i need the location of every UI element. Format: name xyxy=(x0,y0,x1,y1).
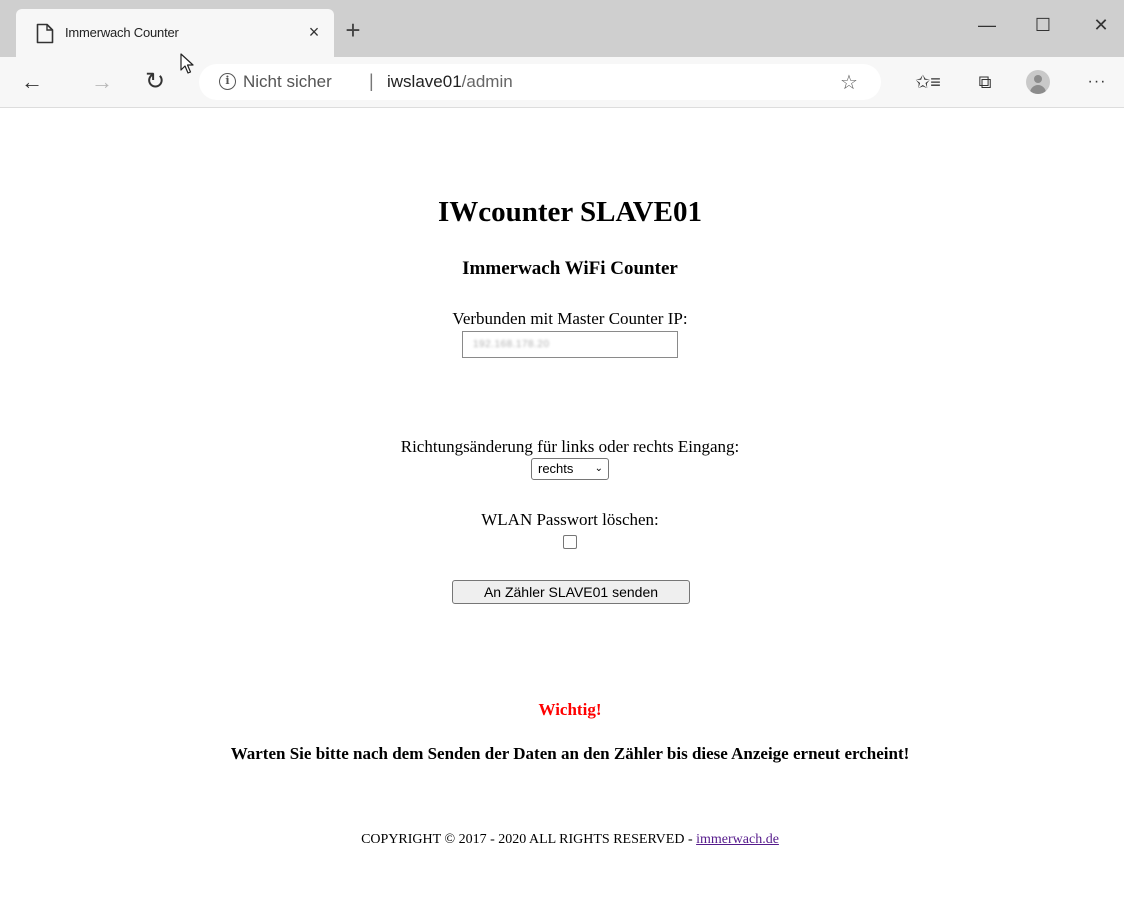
master-ip-label: Verbunden mit Master Counter IP: xyxy=(452,309,688,328)
direction-label: Richtungsänderung für links oder rechts … xyxy=(400,437,740,456)
forward-icon[interactable]: → xyxy=(86,66,118,98)
mouse-cursor-icon xyxy=(180,53,194,74)
favorites-icon[interactable]: ✩≡ xyxy=(913,67,943,97)
chevron-down-icon: ⌄ xyxy=(594,463,603,474)
refresh-icon[interactable]: ↻ xyxy=(139,66,171,98)
url-path: /admin xyxy=(461,72,513,91)
more-options-icon[interactable]: ··· xyxy=(1082,67,1112,97)
master-ip-value: 192.168.178.20 xyxy=(473,339,550,350)
window-close-icon[interactable]: ✕ xyxy=(1078,8,1124,42)
page-icon xyxy=(36,23,54,44)
footer: COPYRIGHT © 2017 - 2020 ALL RIGHTS RESER… xyxy=(0,832,1124,848)
url-host: iwslave01 xyxy=(387,72,462,91)
tab-close-icon[interactable]: × xyxy=(302,20,326,44)
address-bar[interactable]: i Nicht sicher | iwslave01/admin ☆ xyxy=(199,64,881,100)
collections-icon[interactable]: ⧉ xyxy=(970,67,1000,97)
send-to-counter-button[interactable]: An Zähler SLAVE01 senden xyxy=(452,580,690,604)
add-favorite-star-icon[interactable]: ☆ xyxy=(840,70,858,95)
browser-window: Immerwach Counter × + — ☐ ✕ ← → ↻ i Nich… xyxy=(0,0,1124,919)
tab-immerwach-counter[interactable]: Immerwach Counter × xyxy=(16,9,334,57)
new-tab-icon[interactable]: + xyxy=(339,17,367,45)
avatar-head xyxy=(1034,75,1042,83)
direction-select[interactable]: rechts ⌄ xyxy=(531,458,609,480)
tab-title: Immerwach Counter xyxy=(65,25,179,40)
important-heading: Wichtig! xyxy=(538,700,602,719)
avatar-body xyxy=(1030,85,1046,94)
security-status[interactable]: Nicht sicher xyxy=(243,72,332,92)
browser-toolbar: ← → ↻ i Nicht sicher | iwslave01/admin ☆… xyxy=(0,53,1124,108)
address-separator: | xyxy=(369,71,374,91)
minimize-icon[interactable]: — xyxy=(964,8,1010,42)
footer-link[interactable]: immerwach.de xyxy=(696,832,779,847)
copyright-text: COPYRIGHT © 2017 - 2020 ALL RIGHTS RESER… xyxy=(361,832,697,847)
page-content: IWcounter SLAVE01 Immerwach WiFi Counter… xyxy=(0,108,1124,919)
profile-avatar-icon[interactable] xyxy=(1026,70,1050,94)
back-icon[interactable]: ← xyxy=(16,66,48,98)
warning-text: Warten Sie bitte nach dem Senden der Dat… xyxy=(230,744,910,763)
page-subtitle: Immerwach WiFi Counter xyxy=(462,258,678,279)
master-ip-field[interactable]: 192.168.178.20 xyxy=(462,331,678,358)
page-title: IWcounter SLAVE01 xyxy=(437,196,702,228)
url-text[interactable]: iwslave01/admin xyxy=(387,72,513,92)
info-icon[interactable]: i xyxy=(219,73,236,90)
direction-selected-value: rechts xyxy=(538,461,574,476)
maximize-icon[interactable]: ☐ xyxy=(1020,8,1066,42)
wlan-password-label: WLAN Passwort löschen: xyxy=(481,510,659,529)
tab-strip: Immerwach Counter × + — ☐ ✕ xyxy=(0,0,1124,57)
wlan-password-delete-checkbox[interactable] xyxy=(563,535,577,549)
